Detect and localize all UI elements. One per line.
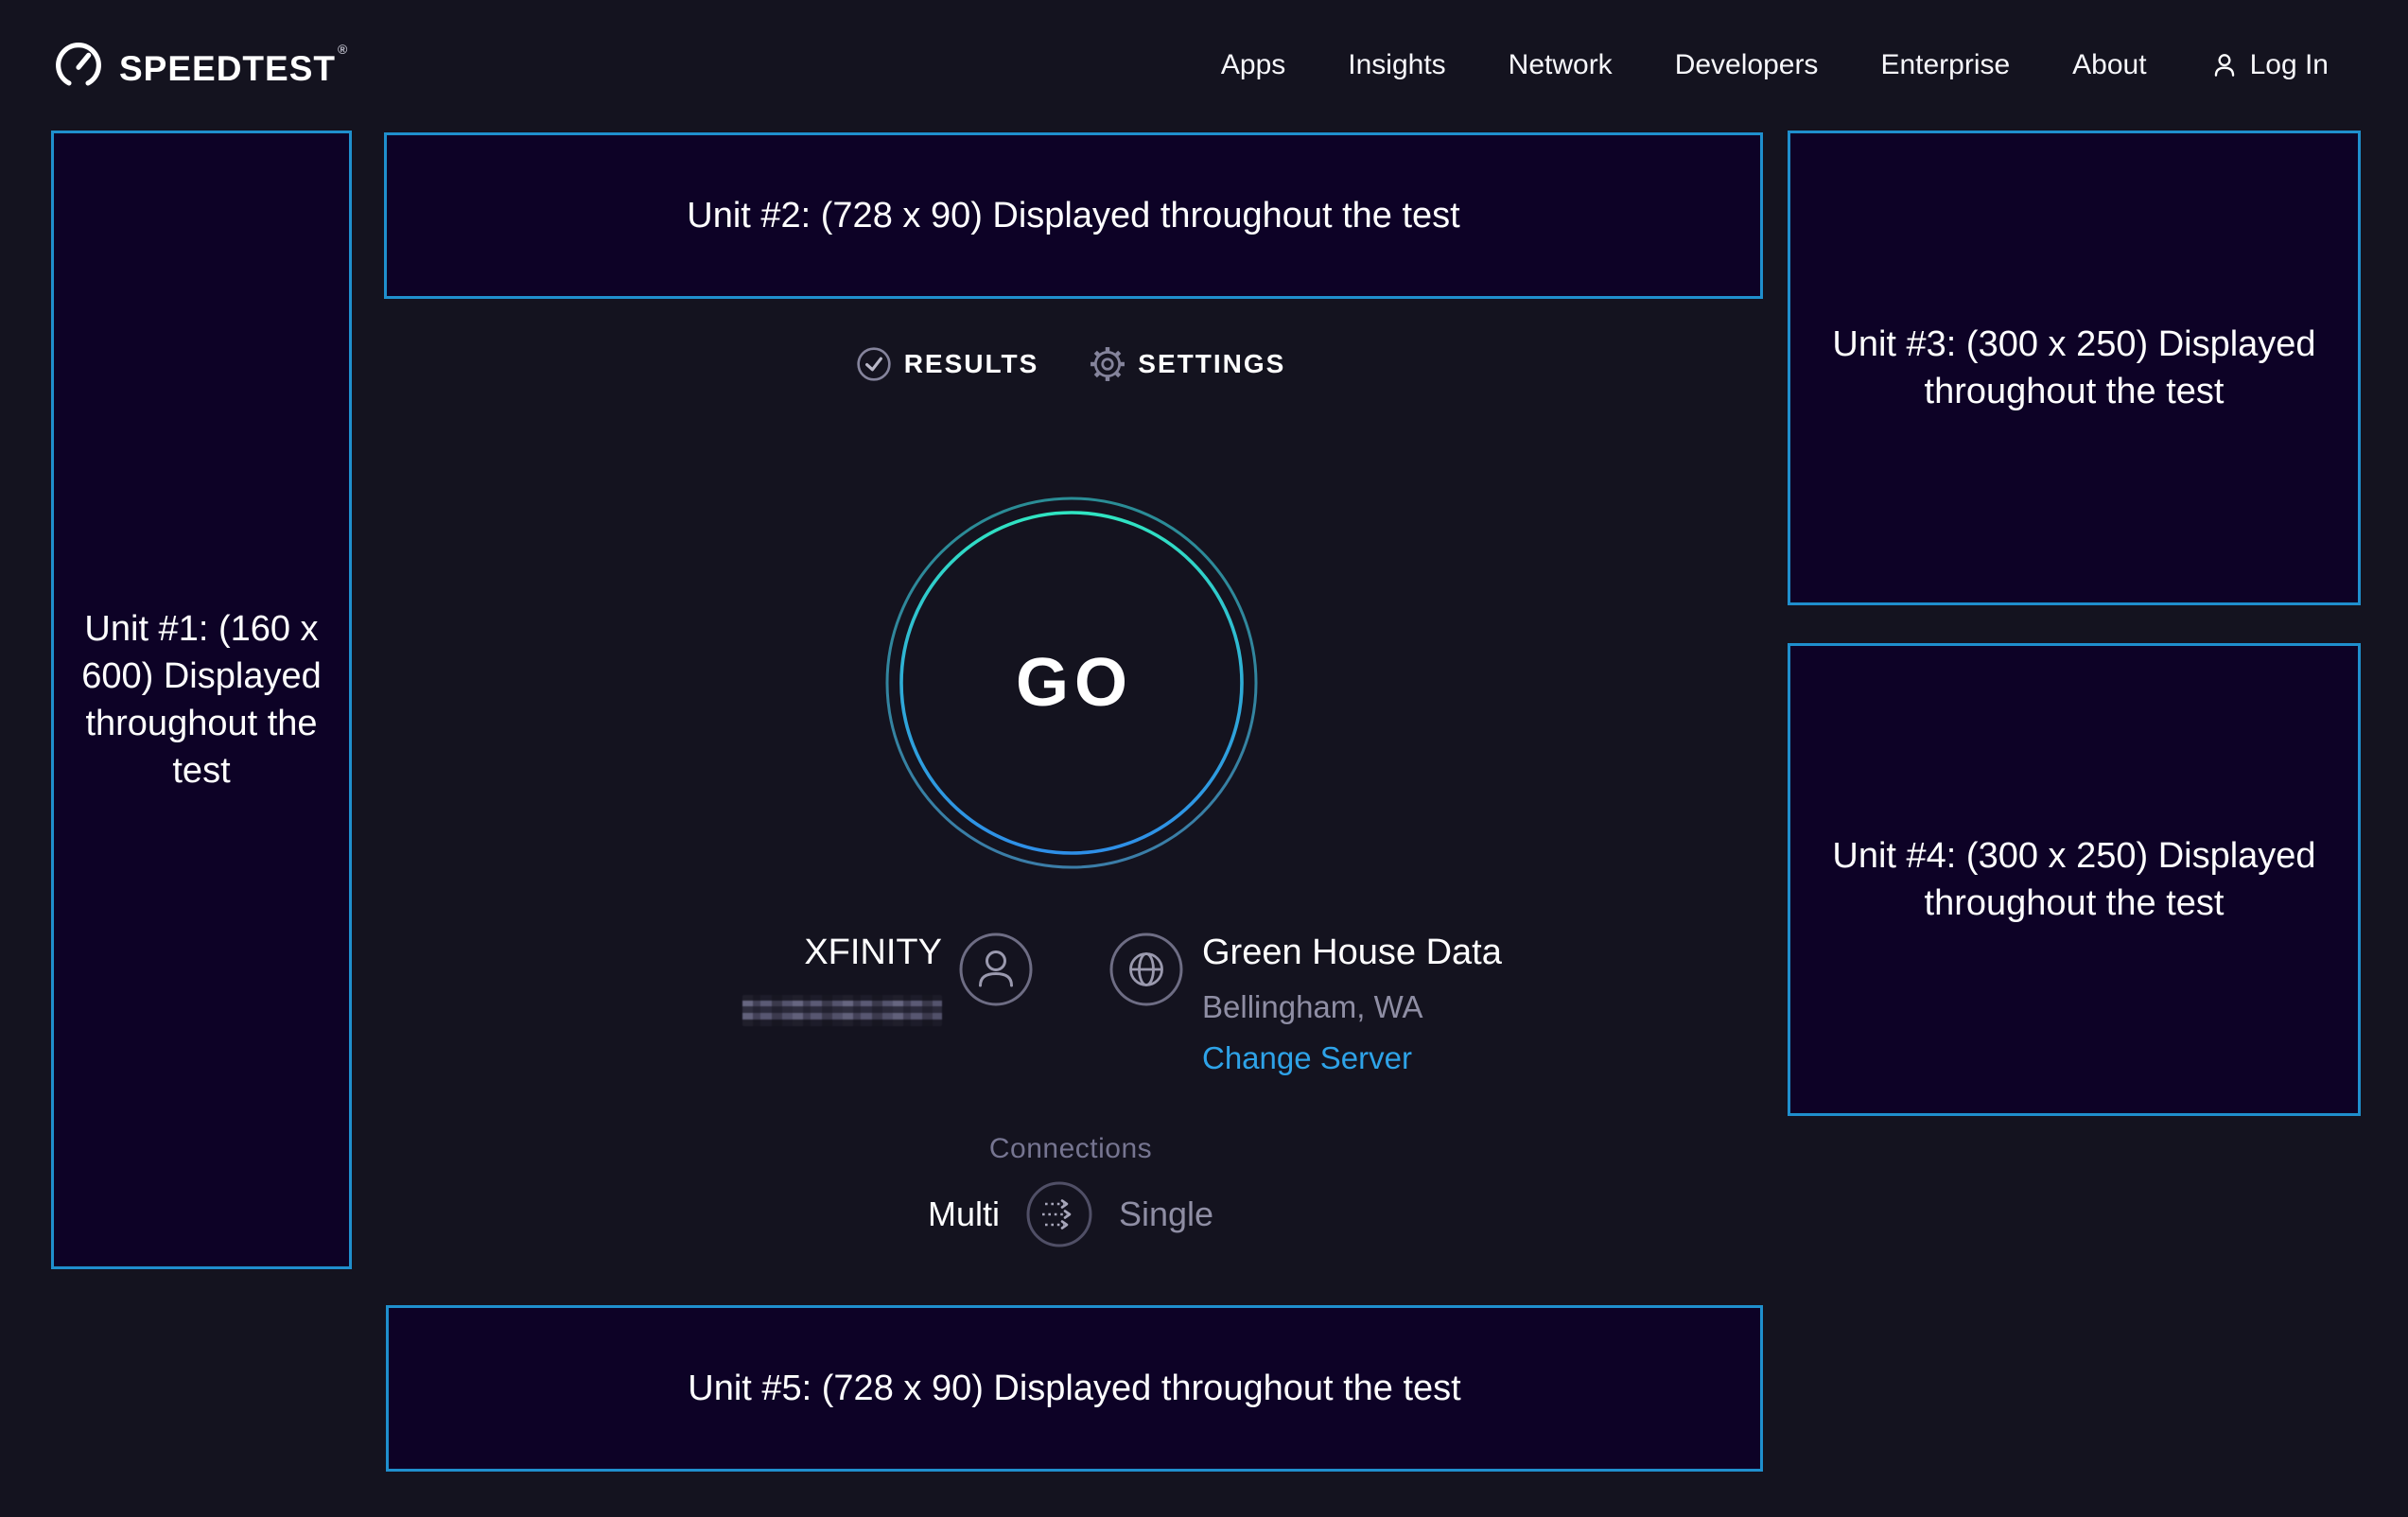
ad-unit-3[interactable]: Unit #3: (300 x 250) Displayed throughou… (1788, 131, 2361, 605)
nav-item-apps[interactable]: Apps (1221, 49, 1285, 81)
login-label: Log In (2250, 49, 2329, 81)
tab-settings-label: SETTINGS (1138, 349, 1285, 379)
nav-item-developers[interactable]: Developers (1675, 49, 1819, 81)
results-settings-tabs: RESULTS (787, 340, 1354, 388)
person-circle-icon (958, 932, 1034, 1007)
server-name: Green House Data (1202, 933, 1502, 973)
ad-unit-4-text: Unit #4: (300 x 250) Displayed throughou… (1828, 832, 2320, 927)
multi-stream-arrows-icon (1025, 1180, 1093, 1248)
connections-title: Connections (881, 1133, 1260, 1165)
logo-wordmark: SPEEDTEST® (119, 42, 348, 89)
speedtest-page: SPEEDTEST® Apps Insights Network Develop… (0, 0, 2408, 1517)
globe-circle-icon (1108, 932, 1184, 1007)
speedometer-gauge-icon (53, 40, 104, 91)
nav-item-enterprise[interactable]: Enterprise (1880, 49, 2010, 81)
go-button[interactable]: GO (882, 494, 1261, 872)
change-server-link[interactable]: Change Server (1202, 1040, 1412, 1076)
ad-unit-5-text: Unit #5: (728 x 90) Displayed throughout… (688, 1365, 1460, 1412)
main-nav: Apps Insights Network Developers Enterpr… (1221, 49, 2329, 81)
ad-unit-2-text: Unit #2: (728 x 90) Displayed throughout… (687, 192, 1459, 239)
redacted-ip-blur (742, 995, 942, 1026)
logo-trademark: ® (338, 42, 348, 57)
speedtest-logo[interactable]: SPEEDTEST® (53, 40, 348, 91)
ad-unit-1[interactable]: Unit #1: (160 x 600) Displayed throughou… (51, 131, 352, 1269)
connections-multi-label[interactable]: Multi (928, 1194, 1000, 1234)
gear-icon (1090, 346, 1125, 382)
connections-mode-toggle[interactable] (1025, 1180, 1093, 1248)
ad-unit-1-text: Unit #1: (160 x 600) Displayed throughou… (60, 605, 343, 795)
server-location: Bellingham, WA (1202, 989, 1423, 1025)
header: SPEEDTEST® Apps Insights Network Develop… (0, 0, 2408, 131)
connections-single-label[interactable]: Single (1119, 1194, 1213, 1234)
tab-results-label: RESULTS (904, 349, 1039, 379)
nav-item-network[interactable]: Network (1509, 49, 1613, 81)
tab-settings[interactable]: SETTINGS (1090, 346, 1285, 382)
connections-toggle-row: Multi Single (834, 1180, 1307, 1248)
login-button[interactable]: Log In (2209, 49, 2329, 81)
person-icon (2209, 50, 2240, 80)
ad-unit-2[interactable]: Unit #2: (728 x 90) Displayed throughout… (384, 132, 1763, 299)
nav-item-insights[interactable]: Insights (1348, 49, 1445, 81)
go-button-label: GO (882, 494, 1261, 872)
ad-unit-4[interactable]: Unit #4: (300 x 250) Displayed throughou… (1788, 643, 2361, 1116)
check-circle-icon (856, 346, 892, 382)
ad-unit-3-text: Unit #3: (300 x 250) Displayed throughou… (1828, 321, 2320, 415)
nav-item-about[interactable]: About (2072, 49, 2146, 81)
isp-name: XFINITY (624, 933, 942, 973)
ad-unit-5[interactable]: Unit #5: (728 x 90) Displayed throughout… (386, 1305, 1763, 1472)
tab-results[interactable]: RESULTS (856, 346, 1039, 382)
